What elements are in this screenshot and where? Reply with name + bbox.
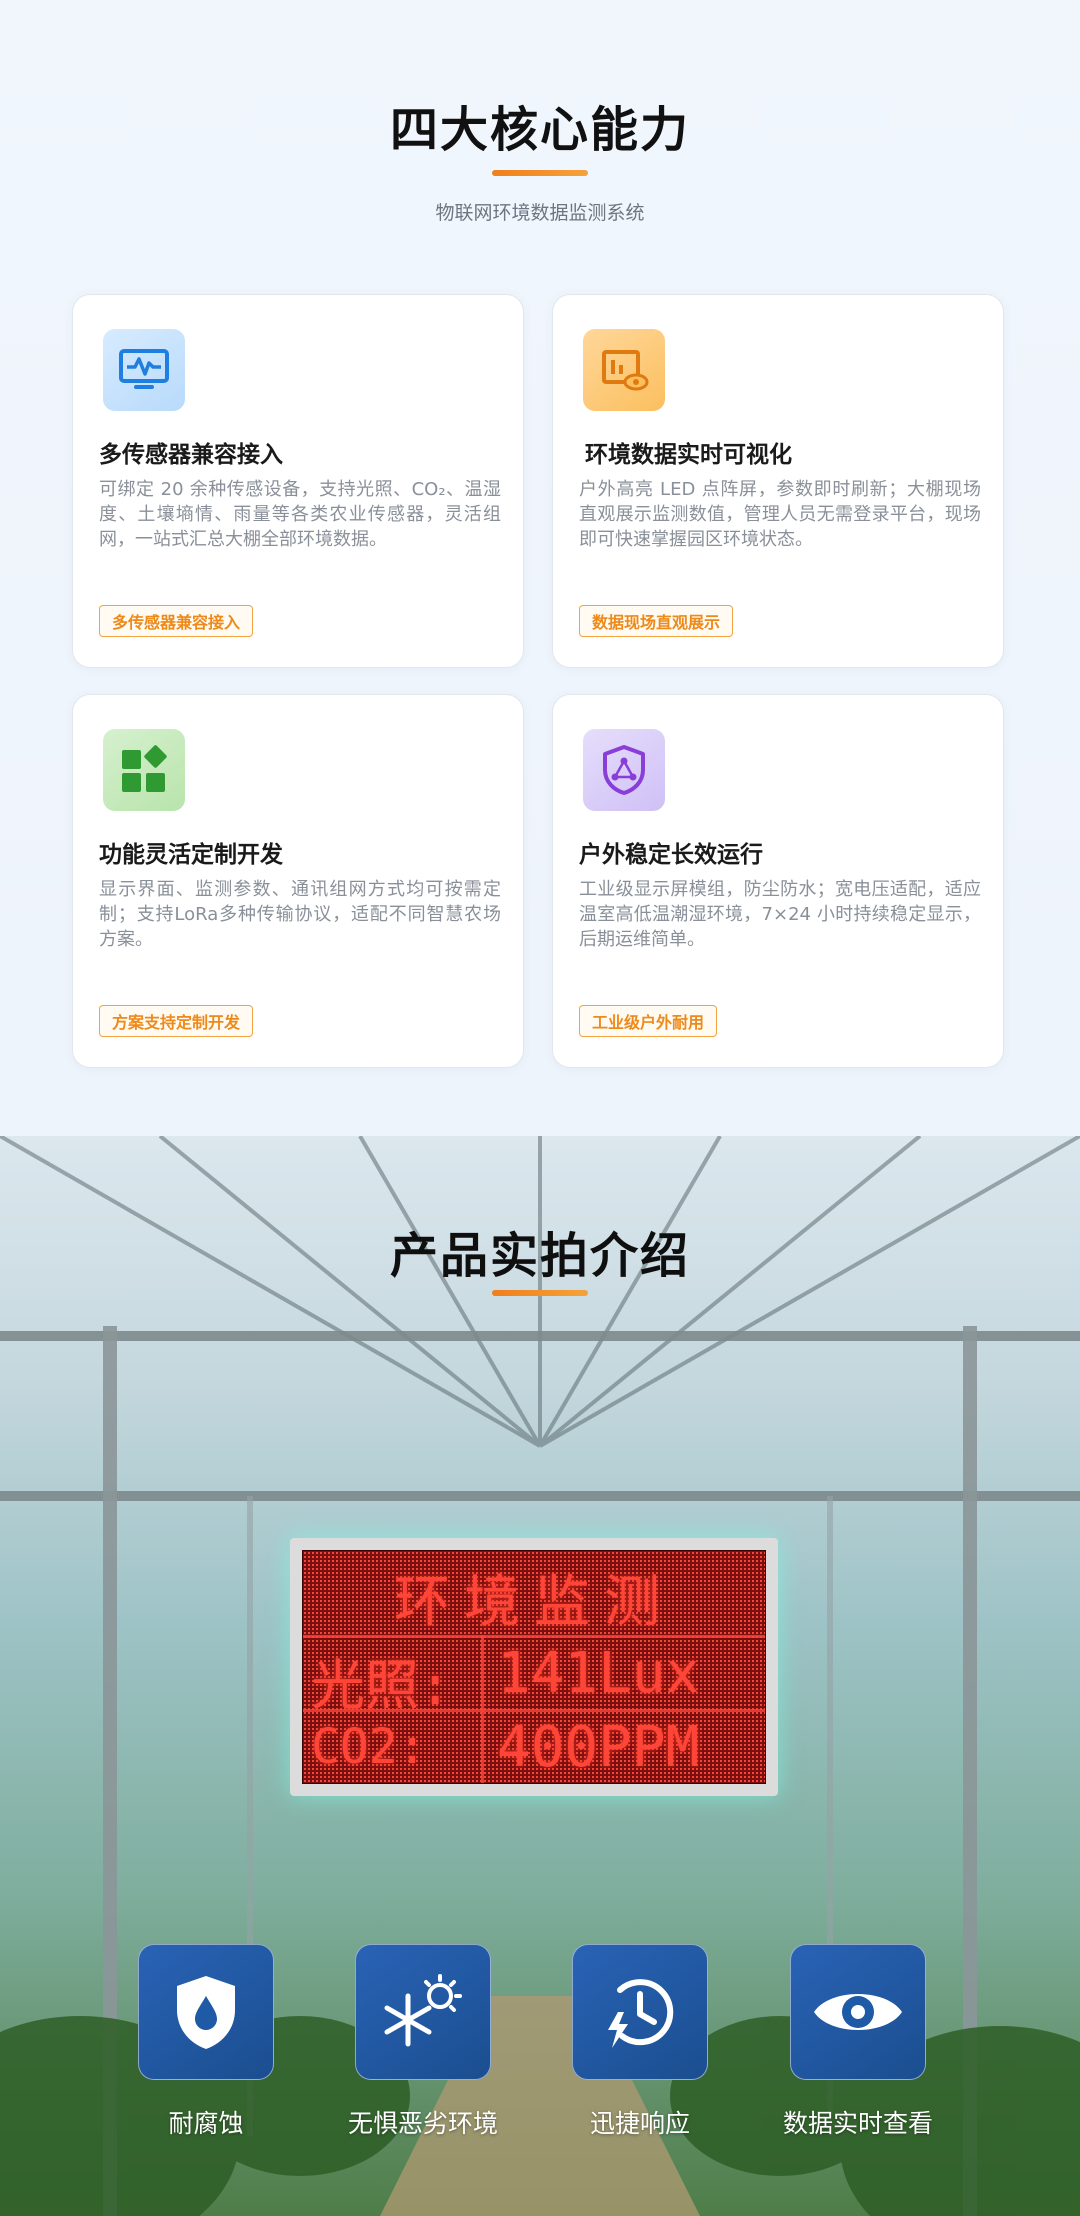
shield-drop-icon [138,1944,274,2080]
capability-card: 户外稳定长效运行 工业级显示屏模组，防尘防水；宽电压适配，适应温室高低温潮湿环境… [552,694,1004,1068]
card-description: 户外高亮 LED 点阵屏，参数即时刷新；大棚现场直观展示监测数值，管理人员无需登… [579,479,981,550]
card-tag: 多传感器兼容接入 [99,605,254,637]
card-title: 功能灵活定制开发 [99,842,283,868]
capability-card: 多传感器兼容接入 可绑定 20 余种传感设备，支持光照、CO₂、温湿度、土壤墒情… [72,294,524,668]
capability-card: 功能灵活定制开发 显示界面、监测参数、通讯组网方式均可按需定制；支持LoRa多种… [72,694,524,1068]
led-label-co2: CO2: [311,1719,427,1775]
card-title: 多传感器兼容接入 [99,442,283,468]
shield-network-icon [583,729,665,811]
card-tag: 工业级户外耐用 [579,1005,718,1037]
card-description: 显示界面、监测参数、通讯组网方式均可按需定制；支持LoRa多种传输协议，适配不同… [99,879,501,950]
feature-fast-response: 迅捷响应 [572,1944,708,2138]
card-tag: 方案支持定制开发 [99,1005,254,1037]
card-description: 工业级显示屏模组，防尘防水；宽电压适配，适应温室高低温潮湿环境，7×24 小时持… [579,879,981,950]
card-description: 可绑定 20 余种传感设备，支持光照、CO₂、温湿度、土壤墒情、雨量等各类农业传… [99,479,501,550]
led-panel: 环境监测 光照: 141Lux CO2: 400PPM [302,1550,766,1784]
capability-card: 环境数据实时可视化 户外高亮 LED 点阵屏，参数即时刷新；大棚现场直观展示监测… [552,294,1004,668]
led-value-co2: 400PPM [497,1715,700,1780]
feature-realtime-view: 数据实时查看 [783,1944,933,2138]
title-underline [492,170,588,176]
led-divider [481,1635,484,1783]
card-title: 环境数据实时可视化 [585,442,792,468]
section-title: 四大核心能力 [389,102,690,158]
led-label-light: 光照: [311,1654,452,1717]
title-underline [492,1290,588,1296]
eye-icon [790,1944,926,2080]
section-title: 产品实拍介绍 [389,1228,690,1284]
monitor-pulse-icon [103,329,185,411]
led-value-light: 141Lux [497,1641,700,1706]
grid-blocks-icon [103,729,185,811]
snow-sun-icon [355,1944,491,2080]
led-line-title: 环境监测 [394,1570,674,1635]
capabilities-section: 四大核心能力 物联网环境数据监测系统 多传感器兼容接入 可绑定 20 余种传感设… [0,0,1080,1136]
led-display: 环境监测 光照: 141Lux CO2: 400PPM [290,1538,778,1796]
clock-bolt-icon [572,1944,708,2080]
feature-harsh-environment: 无惧恶劣环境 [348,1944,498,2138]
card-title: 户外稳定长效运行 [579,842,763,868]
section-subtitle: 物联网环境数据监测系统 [435,202,645,224]
card-tag: 数据现场直观展示 [579,605,734,637]
feature-label: 数据实时查看 [782,2109,933,2138]
led-divider [303,1635,765,1638]
chart-eye-icon [583,329,665,411]
feature-corrosion-resistant: 耐腐蚀 [138,1944,274,2138]
